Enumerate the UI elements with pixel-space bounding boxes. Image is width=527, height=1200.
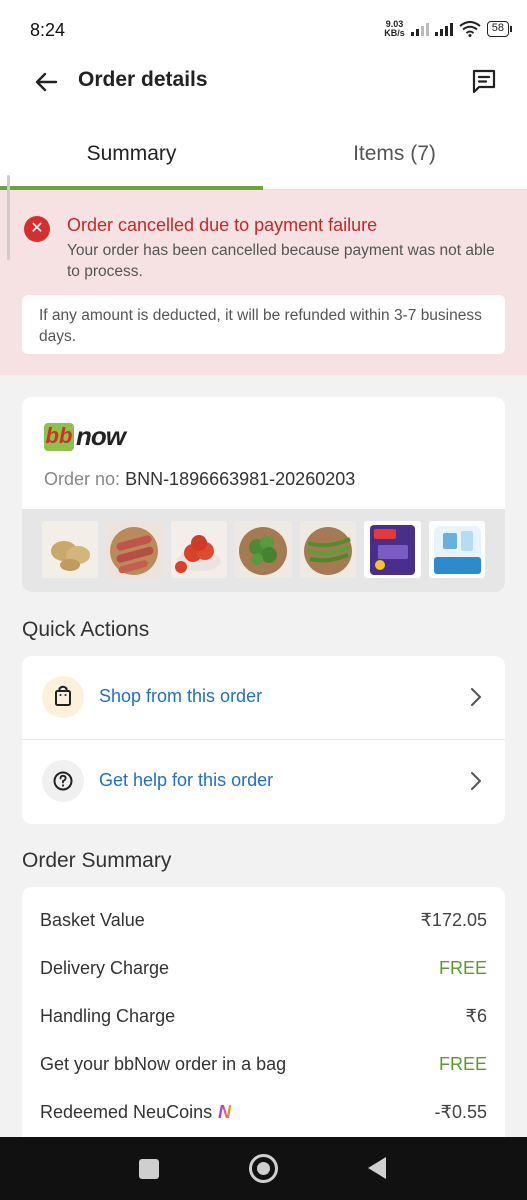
summary-label: Get your bbNow order in a bag xyxy=(40,1054,287,1074)
summary-label: Basket Value xyxy=(40,910,145,930)
tomato-thumbnail xyxy=(170,521,228,578)
quick-actions-title: Quick Actions xyxy=(22,618,150,641)
summary-row-handling-charge: Handling Charge ₹6 xyxy=(40,1006,487,1036)
summary-value: FREE xyxy=(438,1054,487,1074)
cancellation-description: Your order has been cancelled because pa… xyxy=(67,242,495,280)
status-icons: 9.03 KB/s 58 xyxy=(384,20,513,38)
summary-value: ₹6 xyxy=(465,1006,487,1026)
summary-value: FREE xyxy=(438,958,487,978)
refund-note: If any amount is deducted, it will be re… xyxy=(22,295,505,354)
wifi-icon xyxy=(459,21,481,37)
order-number: Order no: BNN-1896663981-20260203 xyxy=(44,469,355,490)
system-navigation-bar xyxy=(0,1137,527,1200)
order-number-label: Order no: xyxy=(44,469,121,489)
summary-value: -₹0.55 xyxy=(434,1102,487,1122)
coriander-thumbnail xyxy=(235,521,292,578)
battery-icon: 58 xyxy=(486,21,513,37)
order-summary-title: Order Summary xyxy=(22,849,172,872)
recent-apps-icon[interactable] xyxy=(139,1159,159,1179)
signal-sim2-icon xyxy=(434,22,453,36)
back-arrow-icon[interactable] xyxy=(30,66,62,98)
shopping-bag-icon xyxy=(42,676,84,718)
chevron-right-icon xyxy=(471,688,481,706)
summary-label-with-icon: Redeemed NeuCoins N xyxy=(40,1102,231,1123)
order-number-value: BNN-1896663981-20260203 xyxy=(125,469,356,489)
network-speed: 9.03 KB/s xyxy=(384,20,405,38)
network-speed-unit: KB/s xyxy=(384,28,405,38)
home-icon[interactable] xyxy=(249,1154,278,1183)
tab-bar: Summary Items (7) xyxy=(0,128,527,190)
back-triangle-icon[interactable] xyxy=(368,1157,386,1179)
bbnow-logo: bb now xyxy=(44,421,126,452)
signal-sim1-icon xyxy=(410,22,429,36)
bb-logo-mark: bb xyxy=(44,422,74,451)
shop-from-order-label: Shop from this order xyxy=(99,686,263,706)
scroll-indicator xyxy=(7,175,10,260)
summary-label: Redeemed NeuCoins xyxy=(40,1102,213,1122)
quick-actions-card: Shop from this order Get help for this o… xyxy=(22,656,505,824)
summary-row-bag: Get your bbNow order in a bag FREE xyxy=(40,1054,487,1084)
tab-items[interactable]: Items (7) xyxy=(263,142,526,166)
cancellation-title: Order cancelled due to payment failure xyxy=(67,215,378,235)
tab-summary[interactable]: Summary xyxy=(0,142,263,166)
harpic-toilet-cleaner-thumbnail xyxy=(364,521,421,578)
item-thumbnail-strip[interactable] xyxy=(22,509,505,592)
summary-label: Delivery Charge xyxy=(40,958,170,978)
summary-value: ₹172.05 xyxy=(420,910,487,930)
neucoins-icon: N xyxy=(218,1102,232,1122)
summary-label: Handling Charge xyxy=(40,1006,176,1026)
help-question-icon xyxy=(42,760,84,802)
shop-from-order-row[interactable]: Shop from this order xyxy=(22,656,505,740)
green-chilli-thumbnail xyxy=(299,521,357,578)
store-order-card: bb now Order no: BNN-1896663981-20260203 xyxy=(22,397,505,592)
sweet-potato-thumbnail xyxy=(106,521,163,578)
status-bar: 8:24 9.03 KB/s 58 xyxy=(0,0,527,62)
error-close-icon: ✕ xyxy=(24,216,50,242)
chevron-right-icon xyxy=(471,772,481,790)
now-logo-text: now xyxy=(76,421,126,451)
milk-packet-thumbnail xyxy=(428,521,485,578)
potato-thumbnail xyxy=(42,521,99,578)
status-time: 8:24 xyxy=(30,20,66,40)
cancellation-banner: ✕ Order cancelled due to payment failure… xyxy=(0,190,527,375)
summary-row-neucoins: Redeemed NeuCoins N -₹0.55 xyxy=(40,1102,487,1132)
app-bar: Order details xyxy=(0,62,527,128)
get-help-row[interactable]: Get help for this order xyxy=(22,740,505,824)
page-title: Order details xyxy=(78,68,208,91)
summary-row-delivery-charge: Delivery Charge FREE xyxy=(40,958,487,988)
order-summary-card: Basket Value ₹172.05 Delivery Charge FRE… xyxy=(22,887,505,1147)
chat-message-icon[interactable] xyxy=(471,68,497,94)
get-help-label: Get help for this order xyxy=(99,770,274,790)
summary-row-basket-value: Basket Value ₹172.05 xyxy=(40,910,487,940)
